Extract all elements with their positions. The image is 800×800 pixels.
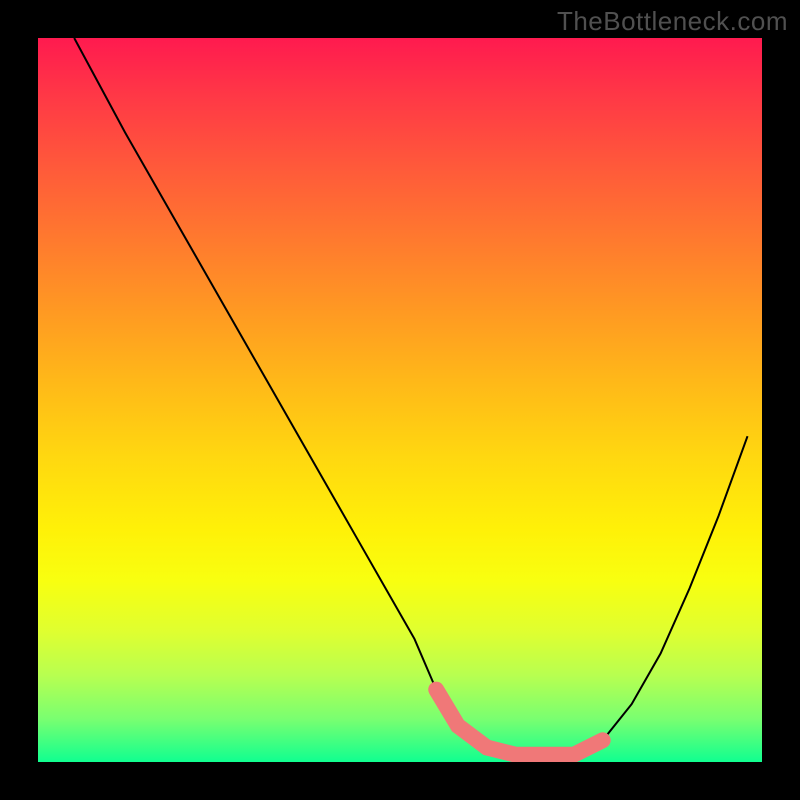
chart-svg [38,38,762,762]
curve-line [74,38,747,755]
watermark-text: TheBottleneck.com [557,6,788,37]
highlight-band [436,690,603,755]
chart-frame: TheBottleneck.com [0,0,800,800]
gradient-plot-area [38,38,762,762]
